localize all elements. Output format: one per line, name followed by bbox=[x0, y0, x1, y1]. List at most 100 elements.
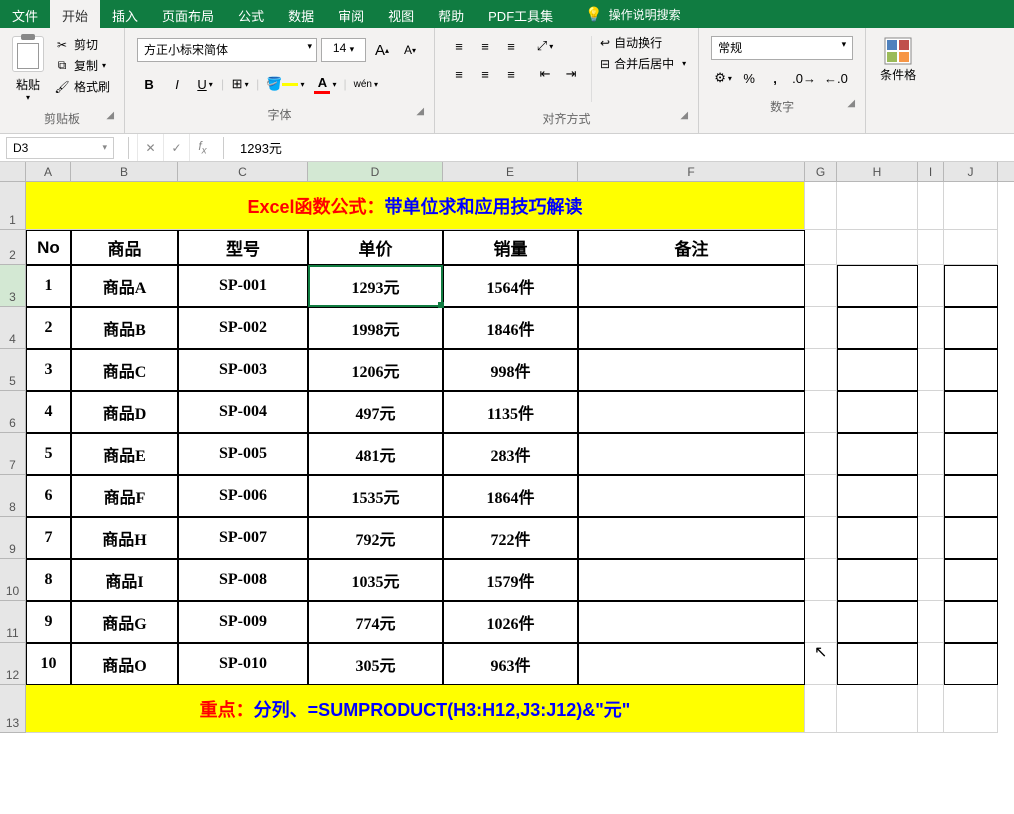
cut-button[interactable]: ✂ 剪切 bbox=[54, 36, 110, 53]
cell[interactable]: 商品O bbox=[71, 643, 178, 685]
merge-center-button[interactable]: ⊟ 合并后居中 ▾ bbox=[600, 55, 686, 72]
orientation-button[interactable]: ⤢▾ bbox=[533, 34, 557, 58]
conditional-format-button[interactable]: 条件格 bbox=[874, 32, 922, 87]
number-format-select[interactable]: 常规▾ bbox=[711, 36, 853, 60]
select-all-corner[interactable] bbox=[0, 162, 26, 181]
cell[interactable] bbox=[578, 475, 805, 517]
cell[interactable]: 1026件 bbox=[443, 601, 578, 643]
cell[interactable] bbox=[578, 433, 805, 475]
cell[interactable]: 1535元 bbox=[308, 475, 443, 517]
col-header-J[interactable]: J bbox=[944, 162, 998, 181]
decrease-decimal-button[interactable]: ←.0 bbox=[821, 66, 851, 90]
wrap-text-button[interactable]: ↩ 自动换行 bbox=[600, 34, 686, 51]
row-header-5[interactable]: 5 bbox=[0, 349, 26, 391]
cell[interactable] bbox=[805, 475, 837, 517]
cell[interactable]: SP-006 bbox=[178, 475, 308, 517]
cell[interactable]: 998件 bbox=[443, 349, 578, 391]
accept-formula-button[interactable]: ✓ bbox=[163, 134, 189, 161]
shrink-font-button[interactable]: A▾ bbox=[398, 38, 422, 62]
cell[interactable]: 1579件 bbox=[443, 559, 578, 601]
cell[interactable]: 商品D bbox=[71, 391, 178, 433]
italic-button[interactable]: I bbox=[165, 72, 189, 96]
group-launcher[interactable]: ◢ bbox=[106, 110, 114, 121]
cell[interactable] bbox=[805, 265, 837, 307]
insert-function-button[interactable]: fx bbox=[189, 134, 215, 161]
cell[interactable]: 481元 bbox=[308, 433, 443, 475]
col-header-D[interactable]: D bbox=[308, 162, 443, 181]
cell[interactable]: 1293元 bbox=[308, 265, 443, 307]
menu-pdf[interactable]: PDF工具集 bbox=[476, 0, 565, 28]
cell[interactable] bbox=[805, 643, 837, 685]
format-painter-button[interactable]: 🖌 格式刷 bbox=[54, 78, 110, 95]
cell[interactable] bbox=[578, 307, 805, 349]
cell[interactable]: 1135件 bbox=[443, 391, 578, 433]
group-launcher[interactable]: ◢ bbox=[847, 98, 855, 109]
cell[interactable] bbox=[805, 349, 837, 391]
font-size-select[interactable]: 14 ▾ bbox=[321, 38, 366, 62]
cell[interactable]: 2 bbox=[26, 307, 71, 349]
cell[interactable] bbox=[918, 559, 944, 601]
cell[interactable] bbox=[918, 601, 944, 643]
cell[interactable] bbox=[805, 685, 837, 733]
cell[interactable] bbox=[918, 475, 944, 517]
cell[interactable]: 8 bbox=[26, 559, 71, 601]
cell[interactable] bbox=[805, 559, 837, 601]
cell[interactable]: 9 bbox=[26, 601, 71, 643]
row-header-2[interactable]: 2 bbox=[0, 230, 26, 265]
cell[interactable] bbox=[837, 265, 918, 307]
cell[interactable] bbox=[578, 391, 805, 433]
menu-data[interactable]: 数据 bbox=[276, 0, 326, 28]
menu-home[interactable]: 开始 bbox=[50, 0, 100, 28]
cell[interactable] bbox=[944, 391, 998, 433]
col-header-I[interactable]: I bbox=[918, 162, 944, 181]
cell[interactable] bbox=[578, 559, 805, 601]
cell[interactable]: 10 bbox=[26, 643, 71, 685]
cell[interactable]: SP-008 bbox=[178, 559, 308, 601]
cell[interactable]: 1864件 bbox=[443, 475, 578, 517]
accounting-format-button[interactable]: ⚙▾ bbox=[711, 66, 735, 90]
group-launcher[interactable]: ◢ bbox=[680, 110, 688, 121]
group-launcher[interactable]: ◢ bbox=[416, 106, 424, 117]
cell[interactable] bbox=[944, 685, 998, 733]
cell[interactable]: 6 bbox=[26, 475, 71, 517]
cell[interactable]: 商品G bbox=[71, 601, 178, 643]
cell[interactable]: No bbox=[26, 230, 71, 265]
fill-color-button[interactable]: 🪣▾ bbox=[263, 72, 307, 96]
cell[interactable] bbox=[918, 433, 944, 475]
indent-right-button[interactable]: ⇥ bbox=[559, 62, 583, 86]
cell[interactable] bbox=[944, 230, 998, 265]
cell[interactable]: 7 bbox=[26, 517, 71, 559]
cell[interactable] bbox=[944, 433, 998, 475]
cell[interactable]: SP-009 bbox=[178, 601, 308, 643]
align-middle-button[interactable]: ≡ bbox=[473, 34, 497, 58]
row-header-3[interactable]: 3 bbox=[0, 265, 26, 307]
cell[interactable]: 305元 bbox=[308, 643, 443, 685]
border-button[interactable]: ⊞▾ bbox=[228, 72, 252, 96]
cell[interactable] bbox=[837, 182, 918, 230]
cell[interactable] bbox=[944, 601, 998, 643]
bold-button[interactable]: B bbox=[137, 72, 161, 96]
cell[interactable]: 重点：分列、=SUMPRODUCT(H3:H12,J3:J12)&"元" bbox=[26, 685, 805, 733]
cell[interactable]: SP-004 bbox=[178, 391, 308, 433]
grow-font-button[interactable]: A▴ bbox=[370, 38, 394, 62]
cell[interactable] bbox=[944, 559, 998, 601]
cell[interactable] bbox=[918, 230, 944, 265]
cell[interactable] bbox=[837, 307, 918, 349]
cell[interactable]: 商品F bbox=[71, 475, 178, 517]
cell[interactable]: SP-001 bbox=[178, 265, 308, 307]
paste-button[interactable]: 粘贴 ▾ bbox=[8, 32, 48, 106]
cell[interactable]: SP-010 bbox=[178, 643, 308, 685]
cell[interactable]: 商品 bbox=[71, 230, 178, 265]
cell[interactable] bbox=[837, 391, 918, 433]
cell[interactable] bbox=[805, 517, 837, 559]
row-header-12[interactable]: 12 bbox=[0, 643, 26, 685]
col-header-C[interactable]: C bbox=[178, 162, 308, 181]
menu-view[interactable]: 视图 bbox=[376, 0, 426, 28]
cell[interactable] bbox=[944, 517, 998, 559]
cell[interactable]: 963件 bbox=[443, 643, 578, 685]
cell[interactable] bbox=[837, 349, 918, 391]
cell[interactable]: 商品I bbox=[71, 559, 178, 601]
cell[interactable]: 4 bbox=[26, 391, 71, 433]
cell[interactable] bbox=[837, 517, 918, 559]
cell[interactable] bbox=[805, 391, 837, 433]
